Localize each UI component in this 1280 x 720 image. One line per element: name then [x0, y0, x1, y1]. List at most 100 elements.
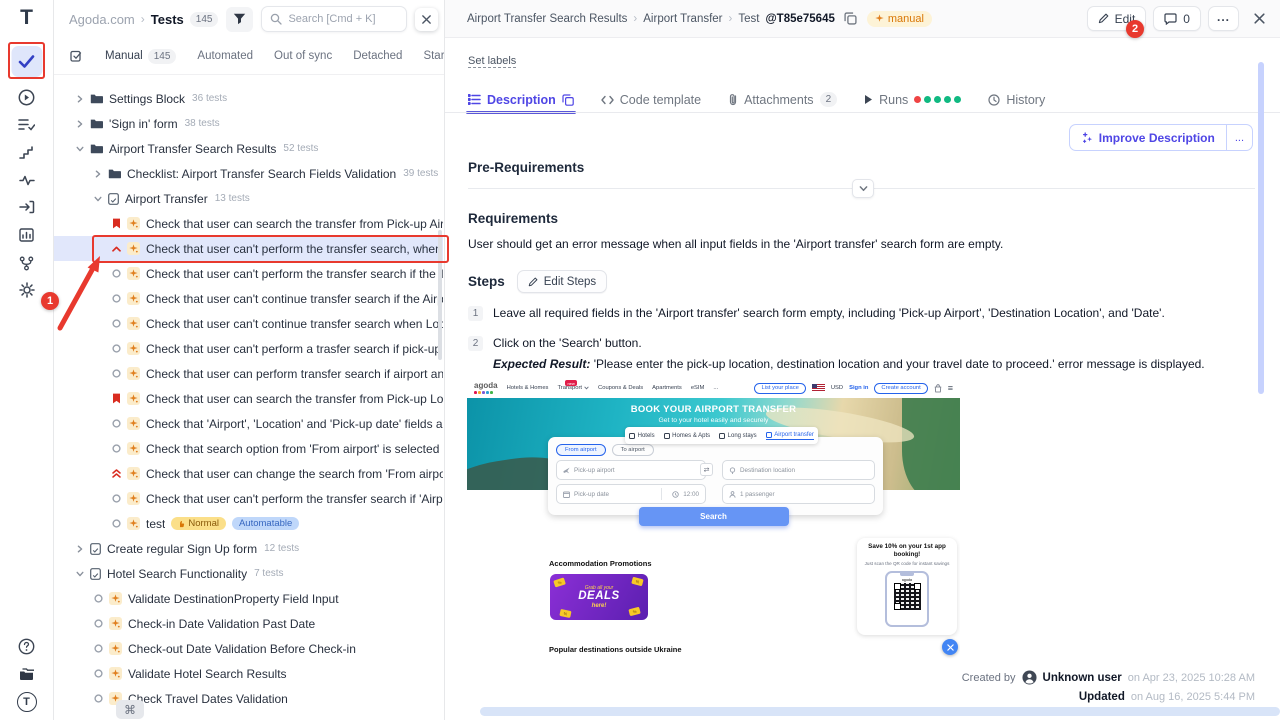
tree-suite-row[interactable]: 'Sign in' form38 tests [54, 111, 443, 136]
steps-stairs-icon[interactable] [12, 138, 42, 166]
circle-status-icon[interactable] [94, 669, 103, 678]
analytics-chart-icon[interactable] [12, 221, 42, 249]
circle-status-icon[interactable] [94, 694, 103, 703]
tree-test-row[interactable]: Check that user can search the transfer … [54, 386, 443, 411]
tab-code-template[interactable]: Code template [601, 93, 701, 107]
shot-tab-long-stays[interactable]: Long stays [719, 433, 757, 439]
chevron-right-icon[interactable] [76, 120, 84, 128]
tree-test-row[interactable]: Check that user can't continue transfer … [54, 286, 443, 311]
detail-vertical-scrollbar[interactable] [1258, 62, 1264, 394]
shot-nav-hotels-homes[interactable]: Hotels & Homes [507, 385, 549, 391]
tab-runs[interactable]: Runs [864, 93, 961, 107]
profile-avatar[interactable]: T [12, 688, 42, 716]
pickup-airport-field[interactable]: Pick-up airport [556, 460, 706, 480]
improve-more-button[interactable]: ... [1226, 125, 1252, 150]
dismiss-promo-button[interactable] [942, 639, 958, 655]
tree-suite-row[interactable]: Settings Block36 tests [54, 86, 443, 111]
shot-nav-coupons-deals[interactable]: Coupons & Deals [598, 385, 643, 391]
tree-test-row[interactable]: Check that user can't perform the transf… [54, 486, 443, 511]
us-flag-icon[interactable] [812, 384, 825, 392]
filter-button[interactable] [226, 7, 253, 32]
tree-test-row[interactable]: Check that user can perform transfer sea… [54, 361, 443, 386]
activity-pulse-icon[interactable] [12, 166, 42, 194]
circle-status-icon[interactable] [94, 619, 103, 628]
tree-suite-row[interactable]: Checklist: Airport Transfer Search Field… [54, 161, 443, 186]
destination-location-field[interactable]: Destination location [722, 460, 875, 480]
close-detail-button[interactable] [1250, 10, 1268, 28]
settings-gear-icon[interactable] [12, 276, 42, 304]
tree-suite-row[interactable]: Airport Transfer Search Results52 tests [54, 136, 443, 161]
shot-tab-homes-apts[interactable]: Homes & Apts [664, 433, 711, 439]
chevron-down-icon[interactable] [94, 195, 102, 203]
tab-attachments[interactable]: Attachments2 [728, 92, 837, 107]
improve-description-button[interactable]: Improve Description [1070, 125, 1226, 150]
expand-section-button[interactable] [852, 179, 874, 198]
copy-icon[interactable] [562, 94, 574, 106]
comments-button[interactable]: 0 [1153, 6, 1201, 31]
chevron-right-icon[interactable] [94, 170, 102, 178]
tree-test-row[interactable]: Check-out Date Validation Before Check-i… [54, 636, 443, 661]
hamburger-menu-icon[interactable]: ≡ [948, 384, 953, 393]
tree-test-row[interactable]: Check-in Date Validation Past Date [54, 611, 443, 636]
breadcrumb-section[interactable]: Tests [151, 12, 184, 27]
circle-status-icon[interactable] [112, 494, 121, 503]
shot-nav-esim[interactable]: eSIM [691, 385, 705, 391]
select-all-icon[interactable] [70, 49, 84, 63]
shot-tab-hotels[interactable]: Hotels [629, 433, 655, 439]
circle-status-icon[interactable] [112, 269, 121, 278]
create-account-button[interactable]: Create account [874, 383, 927, 394]
detail-horizontal-scrollbar[interactable] [480, 707, 1280, 716]
shot-nav-[interactable]: ... [713, 385, 718, 391]
tree-test-row[interactable]: Check that user can't continue transfer … [54, 311, 443, 336]
bookmark-icon[interactable] [112, 218, 121, 229]
currency-selector[interactable]: USD [831, 385, 843, 391]
runs-play-icon[interactable] [12, 83, 42, 111]
import-box-icon[interactable] [12, 193, 42, 221]
tree-test-row[interactable]: Check that 'Airport', 'Location' and 'Pi… [54, 411, 443, 436]
plans-list-icon[interactable] [12, 110, 42, 138]
edit-steps-button[interactable]: Edit Steps [517, 270, 607, 293]
help-icon[interactable] [12, 632, 42, 660]
deals-banner[interactable]: % % % % Grab all your DEALS here! [550, 574, 648, 620]
filter-out-of-sync[interactable]: Out of sync [274, 50, 332, 62]
circle-status-icon[interactable] [94, 594, 103, 603]
from-airport-pill[interactable]: From airport [556, 444, 606, 456]
set-labels-link[interactable]: Set labels [468, 55, 516, 68]
tree-suite-row[interactable]: Airport Transfer13 tests [54, 186, 443, 211]
tree-suite-row[interactable]: Create regular Sign Up form12 tests [54, 536, 443, 561]
shot-tab-airport-transfer[interactable]: Airport transfer [766, 432, 814, 440]
circle-status-icon[interactable] [112, 294, 121, 303]
filter-automated[interactable]: Automated [197, 50, 253, 62]
filter-manual[interactable]: Manual145 [105, 49, 176, 64]
shot-nav-transport[interactable]: Transportnew [557, 385, 589, 391]
to-airport-pill[interactable]: To airport [612, 444, 654, 456]
circle-status-icon[interactable] [112, 519, 121, 528]
double-chevron-up-icon[interactable] [112, 469, 121, 478]
close-panel-button[interactable] [415, 8, 438, 31]
tree-test-row[interactable]: Check that user can search the transfer … [54, 211, 443, 236]
sign-in-link[interactable]: Sign in [849, 385, 868, 391]
attached-screenshot[interactable]: agoda Hotels & HomesTransportnewCoupons … [467, 378, 960, 659]
tree-test-row[interactable]: Validate DestinationProperty Field Input [54, 586, 443, 611]
more-actions-button[interactable]: ... [1208, 6, 1239, 31]
tree-test-row[interactable]: Check that user can't perform the transf… [54, 261, 443, 286]
circle-status-icon[interactable] [112, 419, 121, 428]
filter-detached[interactable]: Detached [353, 50, 402, 62]
tree-test-row[interactable]: Check that user can change the search fr… [54, 461, 443, 486]
shot-search-button[interactable]: Search [639, 507, 789, 526]
circle-status-icon[interactable] [112, 444, 121, 453]
tree-test-row[interactable]: testNormalAutomatable [54, 511, 443, 536]
breadcrumb-project[interactable]: Agoda.com [69, 12, 135, 27]
copy-test-id-button[interactable] [842, 10, 860, 28]
breadcrumb-subsuite[interactable]: Airport Transfer [643, 13, 722, 25]
tab-description[interactable]: Description [468, 93, 574, 107]
pickup-datetime-field[interactable]: Pick-up date 12:00 [556, 484, 706, 504]
circle-status-icon[interactable] [112, 319, 121, 328]
tree-suite-row[interactable]: Hotel Search Functionality7 tests [54, 561, 443, 586]
circle-status-icon[interactable] [112, 344, 121, 353]
chevron-right-icon[interactable] [76, 95, 84, 103]
chevron-down-icon[interactable] [76, 570, 84, 578]
list-your-place-button[interactable]: List your place [754, 383, 805, 394]
shot-nav-apartments[interactable]: Apartments [652, 385, 682, 391]
tree-test-row[interactable]: Check Travel Dates Validation [54, 686, 443, 711]
